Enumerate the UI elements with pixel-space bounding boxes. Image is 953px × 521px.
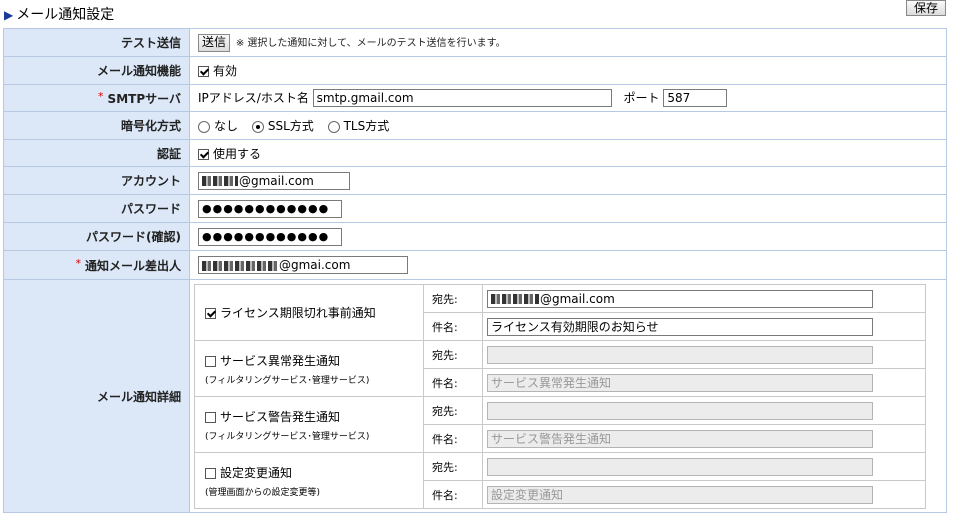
label-account: アカウント [3, 166, 190, 195]
notify-item: サービス異常発生通知 (フィルタリングサービス･管理サービス) [194, 340, 424, 397]
triangle-right-icon: ▶ [4, 8, 14, 22]
notify-item-sub: (フィルタリングサービス･管理サービス) [205, 431, 370, 442]
send-test-button[interactable]: 送信 [198, 33, 231, 52]
subject-label: 件名: [423, 424, 483, 453]
label-password-confirm: パスワード(確認) [3, 222, 190, 251]
enable-option-label: 有効 [213, 64, 238, 78]
notification-detail-table: ライセンス期限切れ事前通知 宛先: @gmail.com 件名: ライセンス有効… [194, 284, 926, 509]
notify-item-name: ライセンス期限切れ事前通知 [220, 306, 376, 320]
notify-item-name: サービス異常発生通知 [220, 353, 341, 368]
save-button[interactable]: 保存 [906, 0, 946, 16]
notify-item: サービス警告発生通知 (フィルタリングサービス･管理サービス) [194, 396, 424, 453]
radio-ssl-label: SSL方式 [267, 119, 314, 133]
host-label: IPアドレス/ホスト名 [198, 90, 309, 105]
to-label: 宛先: [423, 396, 483, 425]
service-warning-subject-input[interactable]: サービス警告発生通知 [487, 429, 873, 448]
to-label: 宛先: [423, 452, 483, 481]
label-password: パスワード [3, 194, 190, 223]
smtp-host-input[interactable]: smtp.gmail.com [312, 89, 612, 108]
enable-checkbox[interactable] [198, 66, 209, 77]
service-warning-to-input[interactable] [487, 401, 873, 420]
redacted-mask [202, 260, 278, 271]
label-test-send: テスト送信 [3, 28, 190, 57]
notify-item-sub: (管理画面からの設定変更等) [205, 487, 321, 498]
license-to-input[interactable]: @gmail.com [487, 289, 873, 308]
sender-input[interactable]: @gmai.com [198, 256, 408, 274]
password-input[interactable]: ●●●●●●●●●●●● [198, 199, 342, 218]
to-label: 宛先: [423, 284, 483, 313]
license-subject-input[interactable]: ライセンス有効期限のお知らせ [487, 317, 873, 336]
label-mail-notify: メール通知機能 [3, 56, 190, 85]
settings-form: テスト送信 送信 ※ 選択した通知に対して、メールのテスト送信を行います。 メー… [3, 28, 947, 513]
subject-label: 件名: [423, 312, 483, 341]
test-send-note: ※ 選択した通知に対して、メールのテスト送信を行います。 [235, 38, 506, 49]
password-confirm-input[interactable]: ●●●●●●●●●●●● [198, 227, 342, 246]
page-header: ▶ メール通知設定 保存 [0, 0, 953, 28]
label-detail: メール通知詳細 [3, 279, 190, 513]
service-error-to-input[interactable] [487, 345, 873, 364]
notify-item-sub: (フィルタリングサービス･管理サービス) [205, 375, 370, 386]
config-change-checkbox[interactable] [205, 467, 216, 479]
notify-item-name: サービス警告発生通知 [220, 409, 341, 424]
redacted-mask [202, 176, 238, 186]
label-encryption: 暗号化方式 [3, 111, 190, 140]
label-auth: 認証 [3, 139, 190, 167]
smtp-port-input[interactable]: 587 [663, 89, 728, 108]
label-smtp: * SMTPサーバ [3, 84, 190, 112]
redacted-mask [491, 294, 539, 304]
service-warning-checkbox[interactable] [205, 411, 216, 423]
radio-none-label: なし [214, 119, 239, 133]
to-label: 宛先: [423, 340, 483, 369]
auth-checkbox[interactable] [198, 148, 209, 160]
required-mark: * [75, 256, 81, 270]
radio-tls[interactable] [327, 120, 340, 133]
radio-ssl[interactable] [251, 120, 264, 133]
notify-item: ライセンス期限切れ事前通知 [194, 284, 424, 341]
page-title: ▶ メール通知設定 [4, 7, 115, 23]
notify-item: 設定変更通知 (管理画面からの設定変更等) [194, 452, 424, 509]
subject-label: 件名: [423, 480, 483, 509]
label-sender: * 通知メール差出人 [3, 250, 190, 280]
port-label: ポート [623, 90, 660, 105]
config-change-to-input[interactable] [487, 457, 873, 476]
radio-tls-label: TLS方式 [343, 119, 390, 133]
notify-item-name: 設定変更通知 [220, 465, 293, 480]
service-error-checkbox[interactable] [205, 355, 216, 367]
subject-label: 件名: [423, 368, 483, 397]
service-error-subject-input[interactable]: サービス異常発生通知 [487, 373, 873, 392]
radio-none[interactable] [198, 120, 210, 133]
account-input[interactable]: @gmail.com [198, 171, 350, 190]
required-mark: * [98, 89, 104, 103]
config-change-subject-input[interactable]: 設定変更通知 [487, 485, 873, 504]
license-notify-checkbox[interactable] [205, 308, 216, 319]
auth-option-label: 使用する [213, 146, 262, 161]
